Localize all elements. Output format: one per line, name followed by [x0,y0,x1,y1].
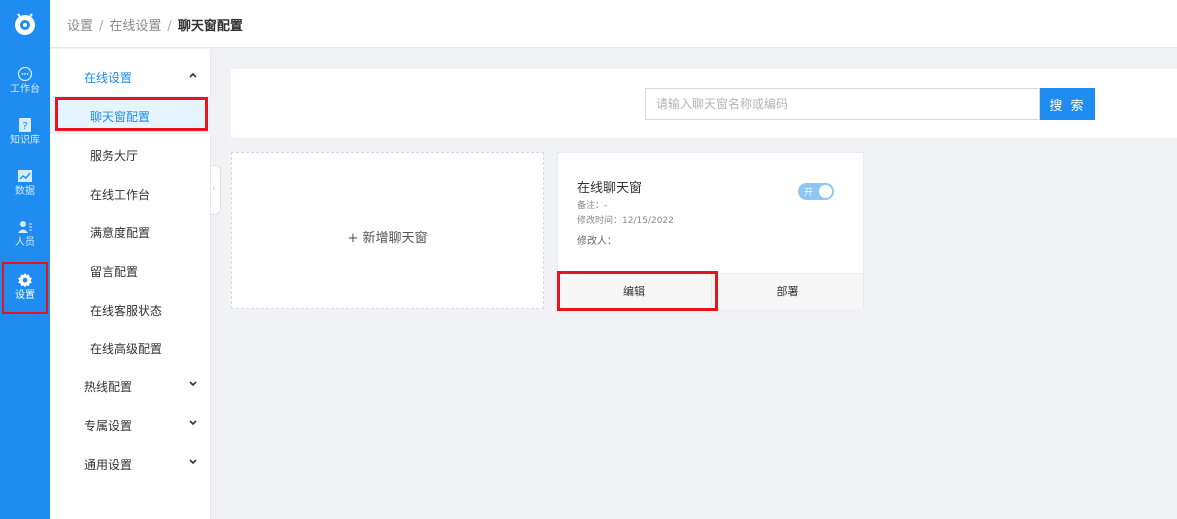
user-list-icon [18,221,32,233]
sidebar-group-label: 在线设置 [84,71,133,85]
rail-item-label: 知识库 [10,135,40,146]
search-button[interactable]: 搜 索 [1040,88,1095,120]
sidebar-item-advanced-config[interactable]: 在线高级配置 [50,328,211,366]
sidebar-group-online-settings[interactable]: 在线设置 [50,57,211,95]
rail-item-workbench[interactable]: 工作台 [0,62,50,108]
highlight-box-edit [557,271,718,311]
sidebar-item-online-workbench[interactable]: 在线工作台 [50,174,211,212]
top-header: 设置 / 在线设置 / 聊天窗配置 [50,0,1177,48]
highlight-box-settings [2,262,48,314]
mascot-logo-icon[interactable] [12,10,38,36]
breadcrumb-separator: / [99,19,104,34]
sidebar-item-label: 留言配置 [90,265,139,279]
svg-text:?: ? [22,121,27,132]
rail-item-label: 人员 [15,237,35,248]
sidebar-item-satisfaction-config[interactable]: 满意度配置 [50,212,211,250]
chart-icon [18,170,32,182]
chevron-left-icon: ‹ [212,184,216,194]
sidebar-item-agent-status[interactable]: 在线客服状态 [50,290,211,328]
question-book-icon: ? [19,118,31,132]
sidebar-group-general-settings[interactable]: 通用设置 [50,444,211,482]
sidebar-item-label: 满意度配置 [90,226,151,240]
sidebar-item-label: 服务大厅 [90,149,139,163]
breadcrumb-level2[interactable]: 在线设置 [109,19,161,34]
sidebar-item-service-hall[interactable]: 服务大厅 [50,135,211,173]
sidebar-item-message-config[interactable]: 留言配置 [50,251,211,289]
sidebar-group-label: 通用设置 [84,458,133,472]
highlight-box-chat-window-config [55,97,208,131]
breadcrumb: 设置 / 在线设置 / 聊天窗配置 [67,15,243,34]
sidebar-item-label: 在线客服状态 [90,304,163,318]
sidebar-group-label: 专属设置 [84,419,133,433]
chat-window-note: 备注：- [577,201,608,211]
sidebar-group-hotline-config[interactable]: 热线配置 [50,366,211,404]
deploy-button[interactable]: 部署 [711,274,863,310]
rail-item-knowledge[interactable]: ? 知识库 [0,113,50,159]
chevron-down-icon [189,381,197,387]
breadcrumb-separator: / [167,19,172,34]
add-chat-window-label: + 新增聊天窗 [347,231,428,246]
chat-bubble-icon [17,66,33,82]
main-nav-rail: 工作台 ? 知识库 数据 人员 设置 [0,0,50,519]
chevron-down-icon [189,420,197,426]
search-panel: 搜 索 [231,69,1177,138]
breadcrumb-current: 聊天窗配置 [177,19,243,34]
sidebar-item-label: 在线高级配置 [90,342,163,356]
search-input[interactable] [645,88,1040,120]
rail-item-label: 数据 [15,186,35,197]
chevron-up-icon [189,72,197,78]
breadcrumb-level1[interactable]: 设置 [67,19,93,34]
toggle-knob [819,185,832,198]
chat-window-name: 在线聊天窗 [577,181,643,196]
chat-window-enable-toggle[interactable]: 开 [798,183,834,200]
rail-item-staff[interactable]: 人员 [0,215,50,261]
add-chat-window-card[interactable]: + 新增聊天窗 [231,152,544,309]
chevron-down-icon [189,459,197,465]
sidebar-group-exclusive-settings[interactable]: 专属设置 [50,405,211,443]
chat-window-modified-time: 修改时间：12/15/2022 [577,216,674,226]
toggle-label: 开 [804,188,814,198]
sidebar-group-label: 热线配置 [84,380,133,394]
sidebar-collapse-handle[interactable]: ‹ [211,165,221,215]
sidebar-item-label: 在线工作台 [90,188,151,202]
rail-item-label: 工作台 [10,84,40,95]
chat-window-modified-by: 修改人： [577,236,617,247]
rail-item-data[interactable]: 数据 [0,164,50,210]
